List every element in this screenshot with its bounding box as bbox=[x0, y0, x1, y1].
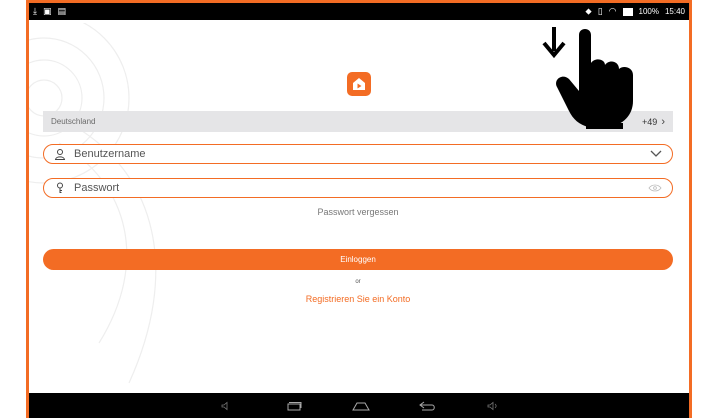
background-swirl-decoration bbox=[29, 23, 157, 384]
key-icon bbox=[54, 181, 68, 195]
location-icon: ⬥ bbox=[585, 6, 592, 16]
login-button[interactable]: Einloggen bbox=[43, 249, 673, 270]
chevron-right-icon: › bbox=[661, 115, 665, 128]
chevron-down-icon[interactable] bbox=[650, 145, 662, 163]
clipboard-icon: ▤ bbox=[57, 6, 67, 16]
vibrate-icon: ▯ bbox=[597, 6, 603, 16]
wifi-icon: ◠ bbox=[608, 6, 617, 16]
volume-up-icon[interactable] bbox=[481, 398, 505, 413]
password-placeholder: Passwort bbox=[74, 182, 120, 194]
download-icon: ⤓ bbox=[33, 6, 37, 16]
home-play-icon bbox=[353, 78, 365, 90]
battery-icon bbox=[622, 7, 633, 16]
clock: 15:40 bbox=[664, 7, 685, 16]
battery-text: 100% bbox=[638, 7, 659, 16]
home-icon[interactable] bbox=[349, 398, 373, 413]
user-icon bbox=[54, 147, 68, 161]
country-name: Deutschland bbox=[51, 117, 96, 126]
eye-icon[interactable] bbox=[648, 179, 662, 197]
username-field[interactable]: Benutzername bbox=[43, 144, 673, 164]
or-divider-text: or bbox=[355, 279, 361, 285]
username-placeholder: Benutzername bbox=[74, 148, 146, 160]
recent-apps-icon[interactable] bbox=[282, 398, 306, 413]
navigation-bar bbox=[29, 393, 689, 418]
password-field[interactable]: Passwort bbox=[43, 178, 673, 198]
app-logo bbox=[347, 72, 371, 96]
register-link[interactable]: Registrieren Sie ein Konto bbox=[43, 294, 673, 304]
image-icon: ▣ bbox=[42, 6, 52, 16]
forgot-password-link[interactable]: Passwort vergessen bbox=[43, 207, 673, 217]
app-window: ⤓ ▣ ▤ ⬥ ▯ ◠ 100% 15:40 Deutschland +49 ›… bbox=[26, 0, 692, 418]
status-bar: ⤓ ▣ ▤ ⬥ ▯ ◠ 100% 15:40 bbox=[29, 3, 689, 20]
pointing-hand-icon bbox=[542, 27, 633, 129]
volume-down-icon[interactable] bbox=[214, 398, 238, 413]
back-icon[interactable] bbox=[415, 398, 439, 413]
